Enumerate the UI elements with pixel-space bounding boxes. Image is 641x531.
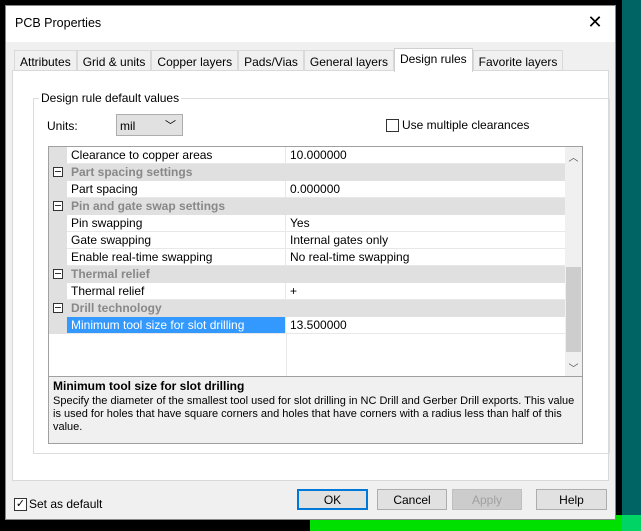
apply-button[interactable]: Apply	[452, 489, 522, 510]
collapse-icon[interactable]	[53, 201, 63, 211]
property-value[interactable]: Yes	[286, 215, 567, 232]
tab-attributes[interactable]: Attributes	[14, 50, 77, 71]
units-value: mil	[120, 119, 136, 133]
property-row[interactable]: Pin swapping Yes	[49, 215, 567, 232]
tab-design-rules[interactable]: Design rules	[393, 48, 473, 72]
tab-grid-units[interactable]: Grid & units	[76, 50, 152, 71]
window-title: PCB Properties	[15, 16, 102, 30]
property-row[interactable]: Clearance to copper areas 10.000000	[49, 147, 567, 164]
chevron-down-icon: ﹀	[165, 120, 176, 132]
scroll-up-icon[interactable]: ︿	[565, 149, 582, 164]
row-gutter	[49, 198, 67, 215]
category-row[interactable]: Drill technology	[49, 300, 567, 317]
property-row[interactable]: Thermal relief +	[49, 283, 567, 300]
tab-bar: Attributes Grid & units Copper layers Pads/…	[14, 48, 564, 72]
tab-favorite-layers[interactable]: Favorite layers	[472, 50, 564, 71]
property-value[interactable]: 0.000000	[286, 181, 567, 198]
row-gutter	[49, 300, 67, 317]
row-gutter	[49, 232, 67, 249]
property-name: Thermal relief	[71, 267, 150, 281]
property-row[interactable]: Enable real-time swapping No real-time sw…	[49, 249, 567, 266]
use-multiple-clearances-checkbox[interactable]	[386, 118, 399, 132]
row-gutter	[49, 215, 67, 232]
units-select[interactable]: mil ﹀	[116, 114, 183, 136]
category-row[interactable]: Thermal relief	[49, 266, 567, 283]
property-value[interactable]: 10.000000	[286, 147, 567, 164]
row-gutter	[49, 317, 67, 334]
property-value[interactable]: 13.500000	[286, 317, 567, 334]
property-value[interactable]: No real-time swapping	[286, 249, 567, 266]
property-name: Part spacing settings	[71, 165, 193, 179]
category-row[interactable]: Pin and gate swap settings	[49, 198, 567, 215]
vertical-scrollbar[interactable]: ︿ ﹀	[565, 147, 582, 376]
title-bar: PCB Properties ✕	[6, 6, 615, 42]
use-multiple-clearances[interactable]: Use multiple clearances	[386, 118, 529, 132]
collapse-icon[interactable]	[53, 167, 63, 177]
set-as-default-label: Set as default	[29, 497, 103, 511]
property-grid: Minimum tool size for slot drilling 13.50…	[48, 146, 583, 376]
property-name: Pin swapping	[67, 215, 286, 232]
row-gutter	[49, 147, 67, 164]
tab-copper-layers[interactable]: Copper layers	[151, 50, 239, 71]
column-divider	[286, 334, 287, 376]
property-row[interactable]: Gate swapping Internal gates only	[49, 232, 567, 249]
property-row[interactable]: Minimum tool size for slot drilling 13.50…	[49, 317, 567, 334]
row-gutter	[49, 181, 67, 198]
background-pcb-edge	[622, 0, 641, 531]
property-name: Pin and gate swap settings	[71, 199, 226, 213]
units-label: Units:	[47, 119, 78, 133]
design-rule-group: Design rule default values Units: mil ﹀ …	[33, 91, 610, 454]
tab-pads-vias[interactable]: Pads/Vias	[238, 50, 304, 71]
scroll-down-icon[interactable]: ﹀	[565, 360, 582, 375]
pcb-properties-dialog: PCB Properties ✕ Attributes Grid & units C…	[5, 5, 616, 520]
cancel-button[interactable]: Cancel	[377, 489, 447, 510]
property-value[interactable]: Internal gates only	[286, 232, 567, 249]
tab-panel-design-rules: Design rule default values Units: mil ﹀ …	[12, 70, 610, 481]
description-text: Specify the diameter of the smallest too…	[53, 395, 575, 433]
set-as-default[interactable]: ✓ Set as default	[14, 497, 102, 511]
property-name: Gate swapping	[67, 232, 286, 249]
help-button[interactable]: Help	[536, 489, 607, 510]
use-multiple-clearances-label: Use multiple clearances	[402, 118, 530, 132]
tab-general-layers[interactable]: General layers	[303, 50, 394, 71]
group-label: Design rule default values	[39, 91, 182, 105]
row-gutter	[49, 266, 67, 283]
property-name: Drill technology	[71, 301, 162, 315]
property-value[interactable]: +	[286, 283, 567, 300]
property-name: Thermal relief	[67, 283, 286, 300]
property-name: Clearance to copper areas	[67, 147, 286, 164]
row-gutter	[49, 283, 67, 300]
category-row[interactable]: Part spacing settings	[49, 164, 567, 181]
property-row[interactable]: Part spacing 0.000000	[49, 181, 567, 198]
row-gutter	[49, 164, 67, 181]
description-panel: Minimum tool size for slot drilling Spec…	[48, 376, 583, 444]
property-name: Enable real-time swapping	[67, 249, 286, 266]
property-name: Minimum tool size for slot drilling	[67, 317, 286, 334]
close-icon[interactable]: ✕	[583, 12, 607, 33]
row-gutter	[49, 249, 67, 266]
set-as-default-checkbox[interactable]: ✓	[14, 497, 27, 511]
property-name: Part spacing	[67, 181, 286, 198]
description-title: Minimum tool size for slot drilling	[53, 379, 245, 393]
collapse-icon[interactable]	[53, 269, 63, 279]
ok-button[interactable]: OK	[297, 489, 368, 510]
collapse-icon[interactable]	[53, 303, 63, 313]
scrollbar-thumb[interactable]	[566, 267, 581, 352]
